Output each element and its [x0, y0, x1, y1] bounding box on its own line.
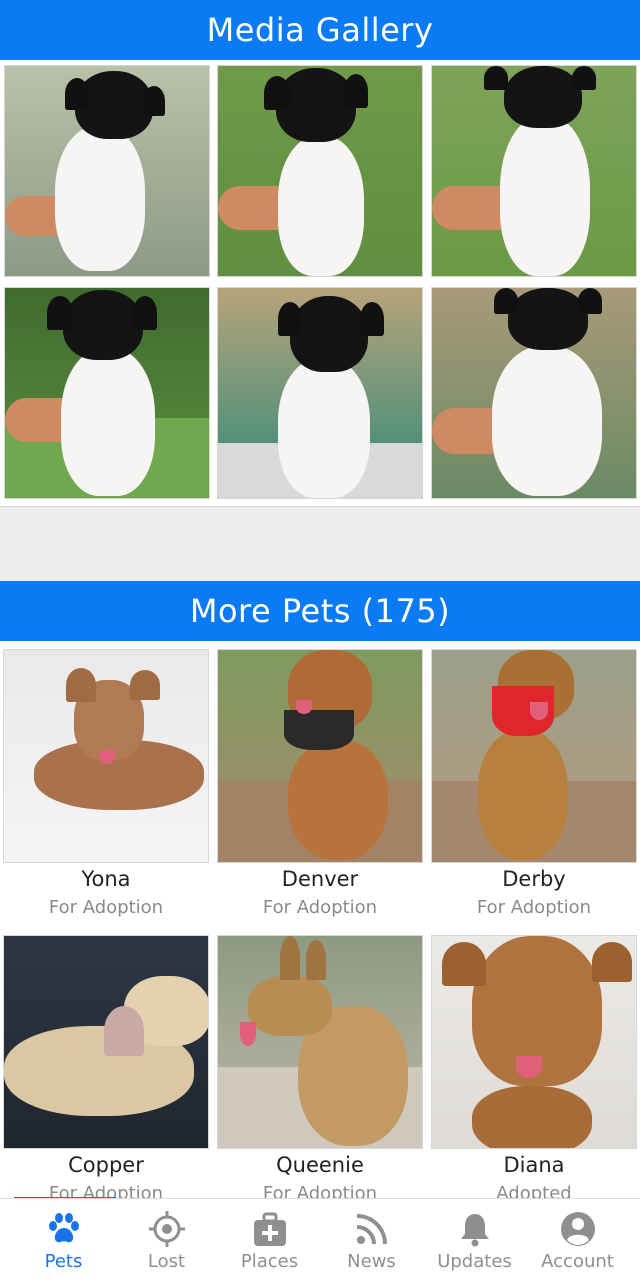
pet-card-yona[interactable]: Yona For Adoption	[0, 649, 212, 937]
pet-card-diana[interactable]: Diana Adopted	[428, 935, 640, 1223]
pet-card-derby[interactable]: Derby For Adoption	[428, 649, 640, 937]
target-icon	[148, 1211, 185, 1247]
pet-name: Denver	[281, 867, 359, 891]
pet-photo	[431, 649, 637, 863]
section-spacer	[0, 506, 640, 582]
account-icon	[560, 1212, 595, 1246]
gallery-photo[interactable]	[4, 287, 210, 499]
pet-card-copper[interactable]: Copper For Adoption	[0, 935, 212, 1223]
paw-icon	[48, 1213, 79, 1243]
pet-status: For Adoption	[262, 897, 378, 918]
more-pets-header: More Pets (175)	[0, 581, 640, 641]
pet-card-denver[interactable]: Denver For Adoption	[214, 649, 426, 937]
pet-photo	[3, 649, 209, 863]
pet-photo	[217, 935, 423, 1149]
tab-lost[interactable]: Lost	[115, 1199, 218, 1281]
pet-status: For Adoption	[476, 897, 592, 918]
tab-label: Account	[541, 1251, 614, 1272]
tab-news[interactable]: News	[320, 1199, 423, 1281]
tab-label: Places	[240, 1251, 299, 1272]
pet-photo	[3, 935, 209, 1149]
pet-name: Queenie	[276, 1153, 364, 1177]
more-pets-title: More Pets (175)	[189, 592, 451, 630]
tab-pets[interactable]: Pets	[12, 1199, 115, 1281]
media-gallery-header: Media Gallery	[0, 0, 640, 60]
gallery-photo[interactable]	[4, 65, 210, 277]
rss-icon	[356, 1214, 387, 1245]
tab-updates[interactable]: Updates	[423, 1199, 526, 1281]
tab-account[interactable]: Account	[526, 1199, 629, 1281]
media-gallery-title: Media Gallery	[206, 11, 434, 49]
gallery-photo[interactable]	[431, 287, 637, 499]
bell-icon	[460, 1214, 489, 1247]
tab-label: Updates	[437, 1251, 512, 1272]
pet-photo	[217, 649, 423, 863]
tab-places[interactable]: Places	[218, 1199, 321, 1281]
pet-card-queenie[interactable]: Queenie For Adoption	[214, 935, 426, 1223]
gallery-photo[interactable]	[431, 65, 637, 277]
pet-name: Copper	[68, 1153, 144, 1177]
medical-bag-icon	[253, 1212, 286, 1246]
pet-photo	[431, 935, 637, 1149]
pet-name: Derby	[502, 867, 566, 891]
tab-label: Lost	[147, 1251, 186, 1272]
pet-name: Diana	[503, 1153, 565, 1177]
pet-status: For Adoption	[48, 897, 164, 918]
tab-label: Pets	[44, 1251, 83, 1272]
bottom-tab-bar: Pets Lost Places News Updates Account	[0, 1198, 640, 1281]
tab-label: News	[347, 1251, 396, 1272]
gallery-photo[interactable]	[217, 65, 423, 277]
gallery-photo[interactable]	[217, 287, 423, 499]
pet-name: Yona	[81, 867, 131, 891]
